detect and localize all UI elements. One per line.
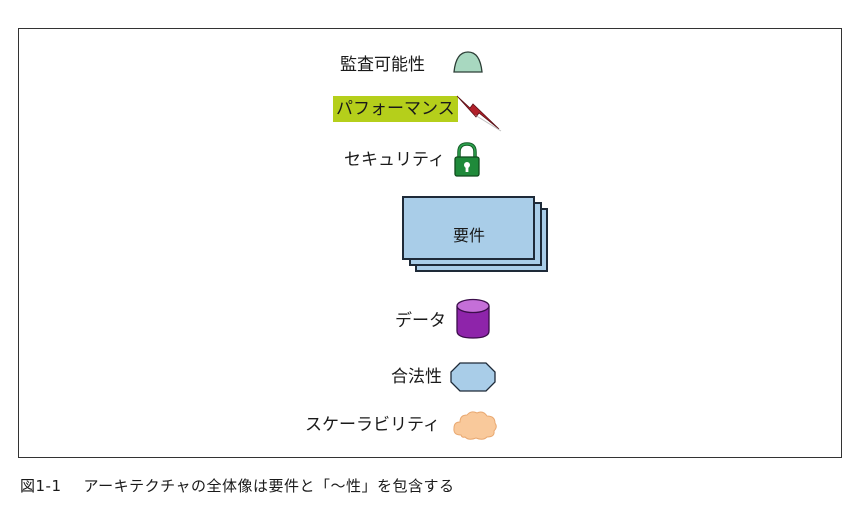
caption-text: アーキテクチャの全体像は要件と「〜性」を包含する [83,477,455,495]
requirements-label: 要件 [452,226,485,245]
performance-label: パフォーマンス [333,96,458,122]
legality-label: 合法性 [391,367,442,387]
security-label: セキュリティ [344,150,445,170]
cylinder-icon [456,298,490,339]
figure-caption: 図1-1 アーキテクチャの全体像は要件と「〜性」を包含する [20,476,454,496]
dome-icon [453,51,483,73]
cloud-icon [453,411,497,440]
auditability-label: 監査可能性 [340,55,425,75]
figure-number: 図1-1 [20,477,62,495]
padlock-icon [454,142,480,177]
scalability-label: スケーラビリティ [305,415,440,435]
octagon-icon [450,362,496,392]
data-label: データ [395,311,446,331]
lightning-bolt-icon [456,95,502,132]
